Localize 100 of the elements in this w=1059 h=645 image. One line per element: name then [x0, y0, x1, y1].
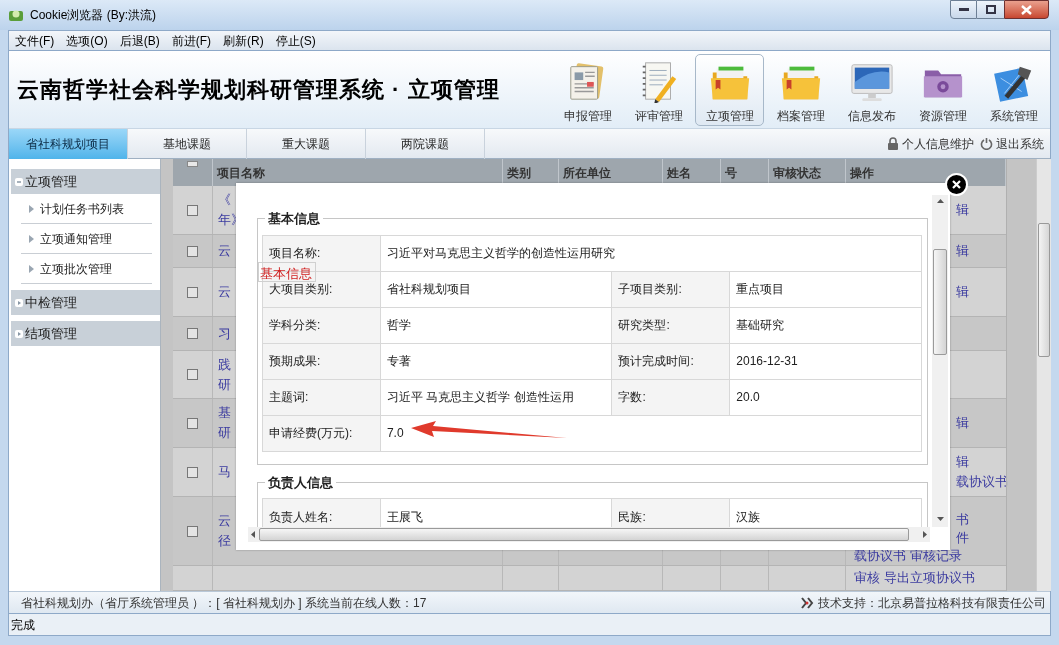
power-icon	[980, 137, 993, 150]
collapse-icon	[15, 177, 23, 186]
close-icon	[1021, 4, 1032, 15]
project-name-text[interactable]: 研	[218, 374, 231, 395]
nav-item[interactable]: 信息发布	[837, 53, 906, 126]
sidebar-group[interactable]: 中检管理	[11, 290, 160, 315]
action-link[interactable]: 书	[956, 512, 969, 527]
header-link[interactable]: 退出系统	[996, 134, 1044, 153]
field-value: 王展飞	[386, 509, 423, 524]
project-name-text[interactable]: 研	[218, 423, 231, 443]
tab[interactable]: 省社科规划项目	[9, 128, 128, 159]
checkbox[interactable]	[187, 204, 198, 216]
close-button[interactable]	[1004, 0, 1049, 19]
tab[interactable]: 重大课题	[247, 128, 366, 159]
menu-item[interactable]: 后退(B)	[113, 31, 166, 50]
field-value: 2016-12-31	[736, 354, 798, 368]
browser-status: 完成	[10, 616, 35, 634]
sidebar-group[interactable]: 立项管理	[11, 169, 160, 194]
scrollbar[interactable]	[248, 527, 930, 542]
minimize-button[interactable]	[950, 0, 977, 19]
maximize-button[interactable]	[977, 0, 1004, 19]
scrollbar[interactable]	[932, 195, 948, 527]
column-header: 号	[725, 164, 737, 182]
nav-item[interactable]: 申报管理	[553, 53, 622, 126]
checkbox[interactable]	[187, 417, 198, 429]
checkbox[interactable]	[187, 286, 198, 298]
action-link[interactable]: 辑	[956, 202, 969, 217]
sidebar-item[interactable]: 计划任务书列表	[21, 194, 152, 224]
sidebar-item[interactable]: 立项批次管理	[21, 254, 152, 284]
project-name-text[interactable]: 马	[218, 462, 231, 482]
nav-item[interactable]: 立项管理	[695, 53, 764, 126]
field-value: 基础研究	[736, 318, 785, 332]
field-value: 20.0	[736, 390, 760, 404]
checkbox[interactable]	[187, 525, 198, 537]
menu-item[interactable]: 刷新(R)	[217, 31, 270, 50]
checkbox[interactable]	[187, 161, 198, 167]
project-name-text[interactable]: 《	[218, 190, 231, 210]
action-link[interactable]: 辑	[956, 284, 969, 299]
triangle-icon	[29, 204, 34, 213]
field-label: 申请经费(万元):	[269, 426, 353, 440]
checkbox[interactable]	[187, 369, 198, 380]
action-link[interactable]: 辑	[956, 454, 969, 469]
minimize-icon	[958, 7, 969, 12]
expand-icon	[15, 298, 23, 307]
project-name-text[interactable]: 云	[218, 282, 231, 302]
project-name-text[interactable]: 云	[218, 241, 231, 261]
checkbox[interactable]	[187, 328, 198, 339]
field-value: 专著	[386, 354, 411, 368]
expand-icon	[15, 329, 23, 338]
field-label: 民族:	[618, 509, 646, 524]
menu-item[interactable]: 前进(F)	[165, 31, 217, 50]
scroll-down-icon[interactable]	[936, 517, 944, 521]
field-value: 习近平对马克思主义哲学的创造性运用研究	[386, 246, 615, 260]
floating-tag: 基本信息	[258, 262, 316, 282]
action-link[interactable]: 辑	[956, 243, 969, 258]
company-logo-icon	[800, 595, 814, 610]
nav-item[interactable]: 档案管理	[766, 53, 835, 126]
project-name-text[interactable]: 习	[218, 323, 231, 344]
sidebar-group[interactable]: 结项管理	[11, 321, 160, 346]
project-name-text[interactable]: 云	[218, 511, 231, 531]
tab[interactable]: 两院课题	[366, 128, 485, 159]
scroll-right-icon[interactable]	[923, 531, 927, 538]
triangle-icon	[29, 234, 34, 243]
field-label: 主题词:	[269, 390, 309, 404]
scrollbar-thumb[interactable]	[933, 249, 947, 355]
status-text: 省社科规划办（省厅系统管理员 ）：[ 省社科规划办 ] 系统当前在线人数：17	[20, 594, 427, 612]
action-link[interactable]: 辑	[956, 415, 969, 430]
menu-item[interactable]: 文件(F)	[9, 31, 61, 50]
nav-item[interactable]: 系统管理	[979, 53, 1048, 126]
field-label: 负责人姓名:	[269, 509, 333, 524]
field-label: 项目名称:	[269, 246, 321, 260]
field-label: 研究类型:	[618, 318, 670, 332]
field-label: 预期成果:	[269, 354, 321, 368]
scroll-left-icon[interactable]	[251, 531, 255, 538]
header-link[interactable]: 个人信息维护	[902, 134, 974, 153]
maximize-icon	[985, 5, 996, 14]
action-link[interactable]: 载协议书 审核记录	[854, 548, 962, 563]
action-link[interactable]: 审核 导出立项协议书	[854, 570, 975, 585]
field-value: 省社科规划项目	[386, 282, 471, 296]
action-link[interactable]: 件	[956, 530, 969, 545]
project-name-text[interactable]: 径	[218, 531, 231, 551]
scroll-up-icon[interactable]	[936, 199, 944, 203]
field-label: 学科分类:	[269, 318, 321, 332]
checkbox[interactable]	[187, 466, 198, 478]
project-name-text[interactable]: 基	[218, 403, 231, 423]
nav-item[interactable]: 评审管理	[624, 53, 693, 126]
column-header: 所在单位	[563, 164, 611, 182]
nav-item[interactable]: 资源管理	[908, 53, 977, 126]
scrollbar[interactable]	[1036, 159, 1051, 591]
system-title: 云南哲学社会科学规划科研管理系统 · 立项管理	[16, 76, 500, 104]
menu-item[interactable]: 停止(S)	[269, 31, 322, 50]
sidebar-item[interactable]: 立项通知管理	[21, 224, 152, 254]
checkbox[interactable]	[187, 245, 198, 257]
menu-item[interactable]: 选项(O)	[60, 31, 114, 50]
project-name-text[interactable]: 践	[218, 354, 231, 375]
scrollbar-thumb[interactable]	[259, 528, 909, 541]
tab[interactable]: 基地课题	[128, 128, 247, 159]
scrollbar-thumb[interactable]	[1038, 223, 1050, 357]
field-label: 大项目类别:	[269, 282, 333, 296]
triangle-icon	[29, 264, 34, 273]
